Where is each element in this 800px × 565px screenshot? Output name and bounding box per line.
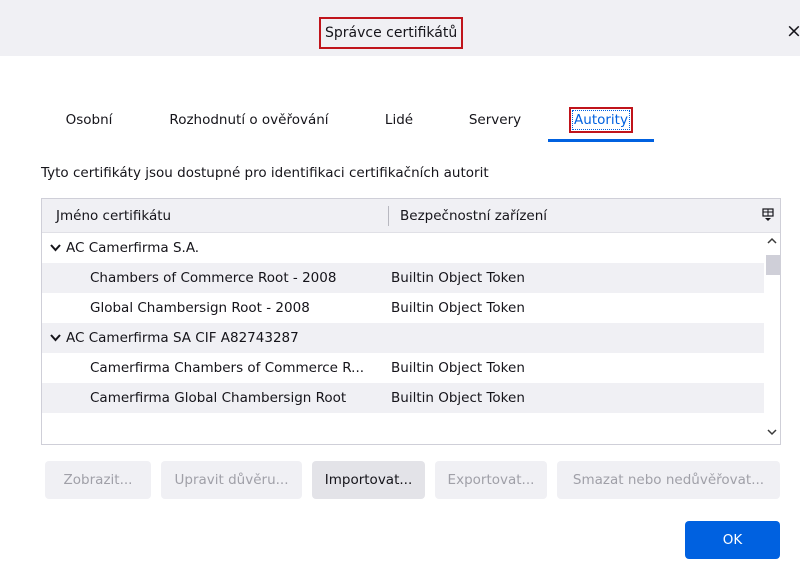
view-button[interactable]: Zobrazit... [45,461,151,499]
cert-name: Camerfirma Chambers of Commerce R... [90,360,365,376]
tab-authentication-decisions[interactable]: Rozhodnutí o ověřování [154,100,344,142]
tree-group-row[interactable]: AC Camerfirma S.A. [42,233,764,263]
tab-authorities[interactable]: Autority [548,100,654,142]
cert-device: Builtin Object Token [391,270,525,286]
tree-cert-row[interactable]: Camerfirma Chambers of Commerce R... Bui… [42,353,764,383]
tree-cert-row[interactable]: Camerfirma Global Chambersign Root Built… [42,383,764,413]
ok-button[interactable]: OK [685,521,780,559]
tab-label: Osobní [65,112,113,128]
tab-strip: Osobní Rozhodnutí o ověřování Lidé Serve… [42,100,654,142]
tab-label: Autority [569,107,633,133]
tab-label: Rozhodnutí o ověřování [169,112,329,128]
certificate-tree[interactable]: Jméno certifikátu Bezpečnostní zařízení … [41,198,781,445]
tree-cert-row[interactable]: Global Chambersign Root - 2008 Builtin O… [42,293,764,323]
column-header-cert-name[interactable]: Jméno certifikátu [56,199,171,233]
cert-device: Builtin Object Token [391,360,525,376]
delete-or-distrust-button[interactable]: Smazat nebo nedůvěřovat... [557,461,780,499]
tab-personal[interactable]: Osobní [54,100,124,142]
scroll-thumb[interactable] [766,255,780,275]
cert-device: Builtin Object Token [391,390,525,406]
group-name: AC Camerfirma SA CIF A82743287 [66,330,299,346]
export-button[interactable]: Exportovat... [435,461,547,499]
chevron-down-icon[interactable] [50,323,61,353]
tab-servers[interactable]: Servery [454,100,536,142]
tab-label: Servery [468,112,522,128]
column-separator[interactable] [388,206,389,226]
dialog-titlebar: Správce certifikátů × [0,0,800,56]
dialog-title: Správce certifikátů [319,17,464,49]
column-header-security-device[interactable]: Bezpečnostní zařízení [400,199,547,233]
edit-trust-button[interactable]: Upravit důvěru... [161,461,302,499]
tab-people[interactable]: Lidé [374,100,424,142]
tree-header: Jméno certifikátu Bezpečnostní zařízení [42,199,780,233]
chevron-down-icon[interactable] [50,233,61,263]
tree-group-row[interactable]: AC Camerfirma SA CIF A82743287 [42,323,764,353]
column-picker-icon[interactable] [762,208,776,224]
scroll-up-arrow-icon[interactable] [764,235,780,251]
cert-device: Builtin Object Token [391,300,525,316]
scroll-down-arrow-icon[interactable] [764,426,780,442]
cert-name: Global Chambersign Root - 2008 [90,300,310,316]
group-name: AC Camerfirma S.A. [66,240,200,256]
tree-cert-row[interactable]: Chambers of Commerce Root - 2008 Builtin… [42,263,764,293]
tab-description: Tyto certifikáty jsou dostupné pro ident… [41,165,489,181]
tree-rows: AC Camerfirma S.A. Chambers of Commerce … [42,233,764,444]
tab-label: Lidé [384,112,414,128]
tree-empty-row [42,413,764,443]
cert-name: Chambers of Commerce Root - 2008 [90,270,337,286]
close-icon[interactable]: × [786,18,800,44]
tree-scrollbar[interactable] [764,233,780,444]
cert-name: Camerfirma Global Chambersign Root [90,390,347,406]
import-button[interactable]: Importovat... [312,461,425,499]
